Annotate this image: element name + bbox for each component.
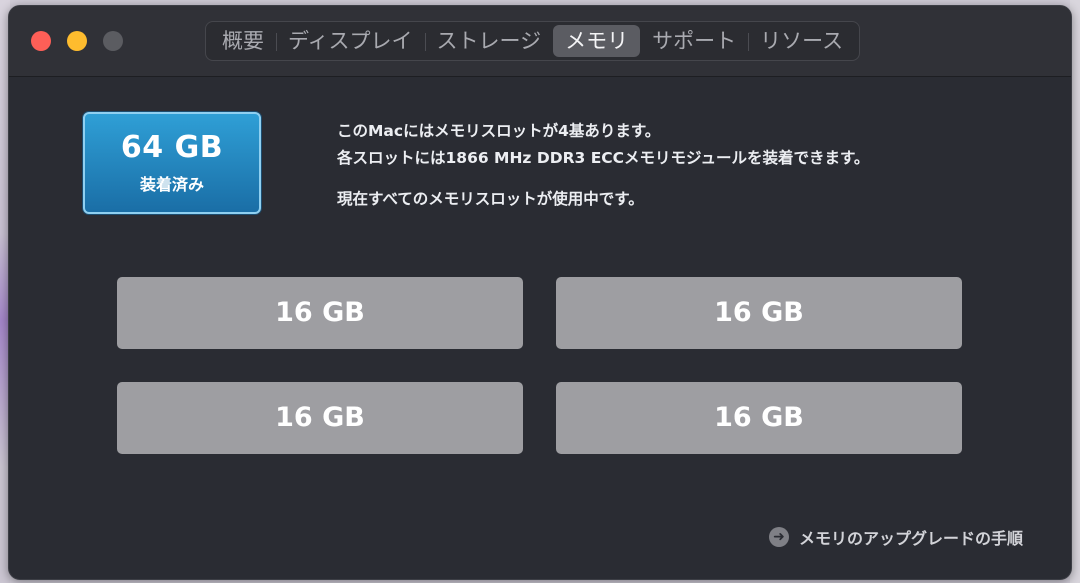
memory-slot-1: 16 GB xyxy=(117,277,523,349)
memory-upgrade-link-label[interactable]: メモリのアップグレードの手順 xyxy=(799,525,1023,549)
description-line-spec: 各スロットには1866 MHz DDR3 ECCメモリモジュールを装着できます。 xyxy=(337,149,870,167)
installed-memory-label: 装着済み xyxy=(139,175,204,194)
installed-memory-size: 64 GB xyxy=(120,130,224,165)
memory-upgrade-link[interactable]: ➜ メモリのアップグレードの手順 xyxy=(768,525,1023,549)
description-line-status: 現在すべてのメモリスロットが使用中です。 xyxy=(337,190,644,208)
title-bar: 概要 ディスプレイ ストレージ メモリ サポート リソース xyxy=(9,6,1071,77)
arrow-right-circle-icon[interactable]: ➜ xyxy=(768,527,789,547)
tab-bar: 概要 ディスプレイ ストレージ メモリ サポート リソース xyxy=(205,21,861,61)
tab-overview[interactable]: 概要 xyxy=(210,25,276,57)
close-button[interactable] xyxy=(31,31,51,51)
memory-slot-3: 16 GB xyxy=(117,382,523,454)
zoom-button[interactable] xyxy=(103,31,123,51)
installed-memory-badge: 64 GB 装着済み xyxy=(83,112,261,214)
tab-displays[interactable]: ディスプレイ xyxy=(276,25,425,57)
memory-slot-2: 16 GB xyxy=(556,277,962,349)
about-this-mac-window: 概要 ディスプレイ ストレージ メモリ サポート リソース 64 GB 装着済み… xyxy=(8,5,1072,580)
memory-description: このMacにはメモリスロットが4基あります。 各スロットには1866 MHz D… xyxy=(337,118,869,213)
memory-slot-4: 16 GB xyxy=(556,382,962,454)
tab-support[interactable]: サポート xyxy=(640,25,748,57)
tab-memory[interactable]: メモリ xyxy=(553,25,641,57)
tab-resources[interactable]: リソース xyxy=(748,25,855,57)
tab-storage[interactable]: ストレージ xyxy=(424,25,554,57)
description-line-slots: このMacにはメモリスロットが4基あります。 xyxy=(337,122,661,140)
minimize-button[interactable] xyxy=(67,31,87,51)
